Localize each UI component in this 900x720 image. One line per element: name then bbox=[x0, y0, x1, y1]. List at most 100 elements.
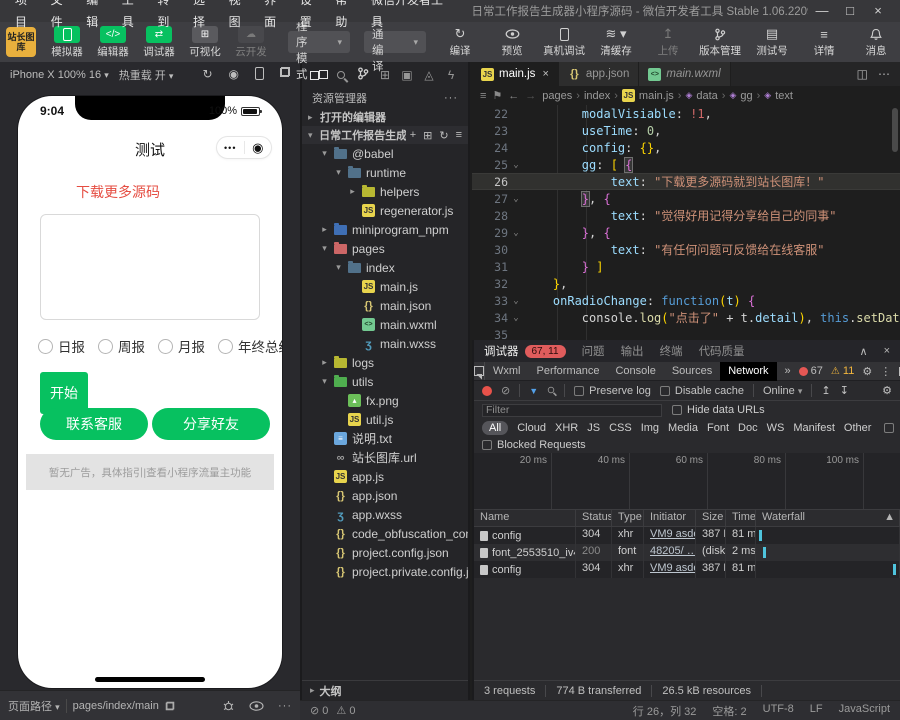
code-line-29[interactable]: 29⌄ }, { bbox=[472, 224, 900, 241]
close-miniprogram-icon[interactable]: ◉ bbox=[245, 141, 272, 154]
tree-item-@babel[interactable]: ▾@babel bbox=[302, 144, 468, 163]
debugger-tab-调试器[interactable]: 调试器67, 11 bbox=[484, 343, 566, 359]
share-friend-button[interactable]: 分享好友 bbox=[152, 408, 270, 440]
editor-tab-main.js[interactable]: JSmain.js× bbox=[472, 62, 559, 86]
menu-item-帮助[interactable]: 帮助 bbox=[328, 0, 364, 33]
outline-list-icon[interactable]: ≡ bbox=[480, 90, 486, 102]
console-warning-count[interactable]: ⚠11 bbox=[831, 365, 854, 377]
toolbar-button-bell[interactable]: 消息 bbox=[850, 26, 900, 58]
column-header-Waterfall[interactable]: Waterfall▲ bbox=[756, 510, 900, 526]
code-line-33[interactable]: 33⌄ onRadioChange: function(t) { bbox=[472, 292, 900, 309]
tree-item-说明.txt[interactable]: ≡说明.txt bbox=[302, 429, 468, 448]
status-item[interactable]: UTF-8 bbox=[763, 703, 794, 719]
tree-item-站长图库.url[interactable]: ∞站长图库.url bbox=[302, 448, 468, 467]
tree-item-runtime[interactable]: ▾runtime bbox=[302, 163, 468, 182]
tree-item-main.js[interactable]: JSmain.js bbox=[302, 277, 468, 296]
import-har-icon[interactable]: ↥ bbox=[821, 384, 830, 397]
column-header-Time[interactable]: Time bbox=[726, 510, 756, 526]
toolbar-button-badge[interactable]: ▤测试号 bbox=[746, 26, 798, 58]
tree-item-helpers[interactable]: ▸helpers bbox=[302, 182, 468, 201]
network-request-row[interactable]: config304xhrVM9 asde…387 B81 ms bbox=[474, 561, 900, 578]
has-blocked-cookies-checkbox[interactable]: Has blocked cookies bbox=[884, 422, 900, 434]
editor-tab-main.wxml[interactable]: <>main.wxml bbox=[639, 62, 730, 86]
clear-network-icon[interactable]: ⊘ bbox=[501, 384, 510, 397]
copy-path-icon[interactable] bbox=[166, 701, 175, 710]
tree-item-logs[interactable]: ▸logs bbox=[302, 353, 468, 372]
disable-cache-checkbox[interactable]: Disable cache bbox=[660, 385, 744, 397]
editor-tab-app.json[interactable]: {}app.json bbox=[559, 62, 639, 86]
toolbar-button-eye[interactable]: 预览 bbox=[486, 26, 538, 58]
export-har-icon[interactable]: ↧ bbox=[840, 384, 849, 397]
close-button[interactable]: × bbox=[864, 0, 892, 22]
devtools-settings-gear-icon[interactable]: ⚙ bbox=[862, 365, 872, 378]
code-line-26[interactable]: 26 text: "下载更多源码就到站长图库！" bbox=[472, 173, 900, 190]
tree-item-code_obfuscation_config.json[interactable]: {}code_obfuscation_config.json bbox=[302, 524, 468, 543]
code-line-27[interactable]: 27⌄ }, { bbox=[472, 190, 900, 207]
radio-option-年终总结[interactable]: 年终总结 bbox=[218, 336, 282, 356]
compile-select[interactable]: 普通编译▾ bbox=[364, 31, 426, 53]
nav-back-icon[interactable]: ← bbox=[508, 90, 519, 102]
type-filter-Font[interactable]: Font bbox=[707, 422, 729, 434]
network-request-row[interactable]: font_2553510_iv4v8…200font48205/ …(disk…… bbox=[474, 544, 900, 561]
menu-item-转到[interactable]: 转到 bbox=[150, 0, 186, 33]
collapse-panel-icon[interactable]: ∧ bbox=[860, 345, 868, 358]
problems-indicator[interactable]: ⊘ 0 ⚠ 0 bbox=[310, 704, 355, 717]
tree-item-index[interactable]: ▾index bbox=[302, 258, 468, 277]
type-filter-CSS[interactable]: CSS bbox=[609, 422, 632, 434]
rotate-device-icon[interactable] bbox=[255, 67, 264, 83]
new-file-icon[interactable]: + bbox=[410, 129, 416, 142]
console-error-count[interactable]: 67 bbox=[799, 365, 823, 377]
mode-select[interactable]: 小程序模式▾ bbox=[288, 31, 350, 53]
close-tab-icon[interactable]: × bbox=[542, 68, 548, 80]
devtools-tab-Performance[interactable]: Performance bbox=[529, 362, 608, 381]
new-folder-icon[interactable]: ⊞ bbox=[423, 129, 432, 142]
ports-plug-icon[interactable]: ϟ bbox=[442, 68, 460, 82]
fold-icon[interactable]: ⌄ bbox=[508, 228, 524, 238]
column-header-Type[interactable]: Type bbox=[612, 510, 644, 526]
menu-item-文件[interactable]: 文件 bbox=[44, 0, 80, 33]
fold-icon[interactable]: ⌄ bbox=[508, 194, 524, 204]
code-line-28[interactable]: 28 text: "觉得好用记得分享给自己的同事" bbox=[472, 207, 900, 224]
code-line-23[interactable]: 23 useTime: 0, bbox=[472, 122, 900, 139]
menu-item-视图[interactable]: 视图 bbox=[222, 0, 258, 33]
code-line-31[interactable]: 31 } ] bbox=[472, 258, 900, 275]
refresh-icon[interactable]: ↻ bbox=[202, 67, 212, 83]
filter-input[interactable]: Filter bbox=[482, 404, 662, 417]
status-item[interactable]: 空格: 2 bbox=[712, 703, 746, 719]
maximize-button[interactable]: □ bbox=[836, 0, 864, 22]
nav-forward-icon[interactable]: → bbox=[525, 90, 536, 102]
type-filter-All[interactable]: All bbox=[482, 421, 508, 435]
tree-item-main.wxss[interactable]: ʒmain.wxss bbox=[302, 334, 468, 353]
breadcrumb-item-data[interactable]: ›◈data bbox=[678, 90, 718, 102]
debugger-tab-代码质量[interactable]: 代码质量 bbox=[699, 343, 745, 359]
report-textarea[interactable] bbox=[40, 214, 260, 320]
eye-icon[interactable] bbox=[249, 701, 264, 711]
tree-item-app.js[interactable]: JSapp.js bbox=[302, 467, 468, 486]
collapse-all-icon[interactable]: ≡ bbox=[456, 129, 462, 142]
menu-item-选择[interactable]: 选择 bbox=[186, 0, 222, 33]
close-panel-icon[interactable]: × bbox=[884, 345, 890, 358]
tree-item-app.wxss[interactable]: ʒapp.wxss bbox=[302, 505, 468, 524]
fold-icon[interactable]: ⌄ bbox=[508, 296, 524, 306]
hide-data-urls-checkbox[interactable]: Hide data URLs bbox=[672, 404, 765, 416]
type-filter-Cloud[interactable]: Cloud bbox=[517, 422, 546, 434]
outline-section[interactable]: ▸ 大纲 bbox=[302, 680, 468, 700]
tree-item-pages[interactable]: ▾pages bbox=[302, 239, 468, 258]
fold-icon[interactable]: ⌄ bbox=[508, 160, 524, 170]
refresh-explorer-icon[interactable]: ↻ bbox=[439, 129, 448, 142]
inspect-element-icon[interactable] bbox=[474, 362, 485, 380]
hot-reload-toggle[interactable]: 热重载 开 ▾ bbox=[119, 67, 174, 83]
code-line-32[interactable]: 32 }, bbox=[472, 275, 900, 292]
menu-item-编辑[interactable]: 编辑 bbox=[79, 0, 115, 33]
source-control-icon[interactable] bbox=[354, 67, 372, 83]
tree-item-app.json[interactable]: {}app.json bbox=[302, 486, 468, 505]
menu-item-设置[interactable]: 设置 bbox=[293, 0, 329, 33]
throttling-select[interactable]: Online ▾ bbox=[763, 385, 802, 397]
code-area[interactable]: 22 modalVisiable: !1,23 useTime: 0,24 co… bbox=[472, 105, 900, 340]
npm-panel-icon[interactable]: ▣ bbox=[398, 68, 416, 82]
open-editors-section[interactable]: ▸ 打开的编辑器 bbox=[302, 108, 468, 126]
type-filter-XHR[interactable]: XHR bbox=[555, 422, 578, 434]
devtools-tab-Network[interactable]: Network bbox=[720, 362, 776, 381]
column-header-Initiator[interactable]: Initiator bbox=[644, 510, 696, 526]
column-header-Size[interactable]: Size bbox=[696, 510, 726, 526]
